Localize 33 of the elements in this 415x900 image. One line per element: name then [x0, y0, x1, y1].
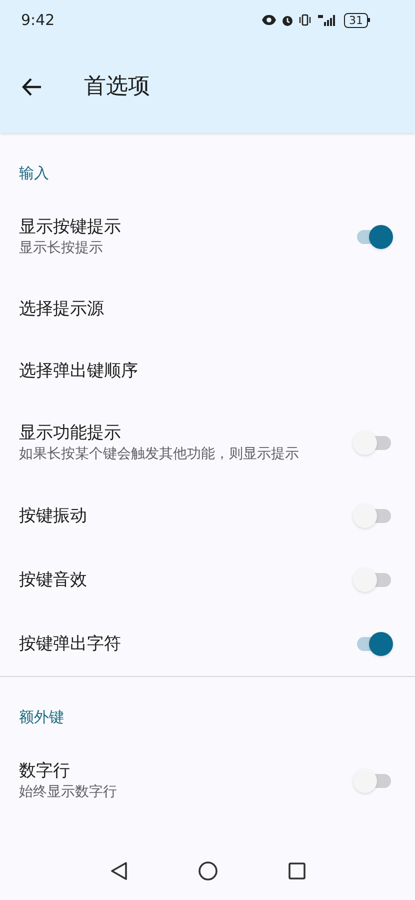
preference-title: 选择弹出键顺序	[19, 360, 139, 382]
preference-title: 按键振动	[19, 505, 88, 527]
preference-row[interactable]: 按键振动	[0, 484, 415, 548]
recents-icon[interactable]	[288, 862, 306, 880]
back-arrow-icon[interactable]	[22, 78, 42, 96]
preference-title: 按键弹出字符	[19, 633, 122, 655]
preference-row[interactable]: 显示功能提示 如果长按某个键会触发其他功能，则显示提示	[0, 402, 415, 484]
section-header: 额外键	[19, 708, 64, 726]
preference-row[interactable]: 按键音效	[0, 548, 415, 612]
preference-row[interactable]: 按键弹出字符	[0, 612, 415, 676]
preference-row[interactable]: 显示按键提示 显示长按提示	[0, 196, 415, 278]
toggle-switch[interactable]	[357, 225, 393, 249]
status-time: 9:42	[21, 10, 55, 31]
preference-summary: 显示长按提示	[19, 239, 104, 258]
toggle-switch[interactable]	[357, 632, 393, 656]
preference-summary: 如果长按某个键会触发其他功能，则显示提示	[19, 445, 300, 464]
preference-title: 选择提示源	[19, 298, 105, 320]
preference-row[interactable]: 选择提示源	[0, 278, 415, 340]
section-header: 输入	[19, 164, 49, 182]
alarm-icon	[281, 14, 294, 26]
home-icon[interactable]	[198, 861, 218, 881]
preference-title: 显示按键提示	[19, 216, 122, 238]
preference-title: 数字行	[19, 760, 71, 782]
page-title: 首选项	[84, 73, 150, 101]
preference-title: 按键音效	[19, 569, 88, 591]
eye-icon	[261, 14, 277, 26]
battery-level: 31	[344, 12, 368, 28]
back-icon[interactable]	[110, 861, 128, 881]
vibrate-icon	[298, 14, 312, 26]
preference-title: 显示功能提示	[19, 422, 122, 444]
preference-summary: 始终显示数字行	[19, 783, 118, 802]
preference-row[interactable]: 选择弹出键顺序	[0, 340, 415, 402]
preference-row[interactable]: 数字行 始终显示数字行	[0, 740, 415, 822]
